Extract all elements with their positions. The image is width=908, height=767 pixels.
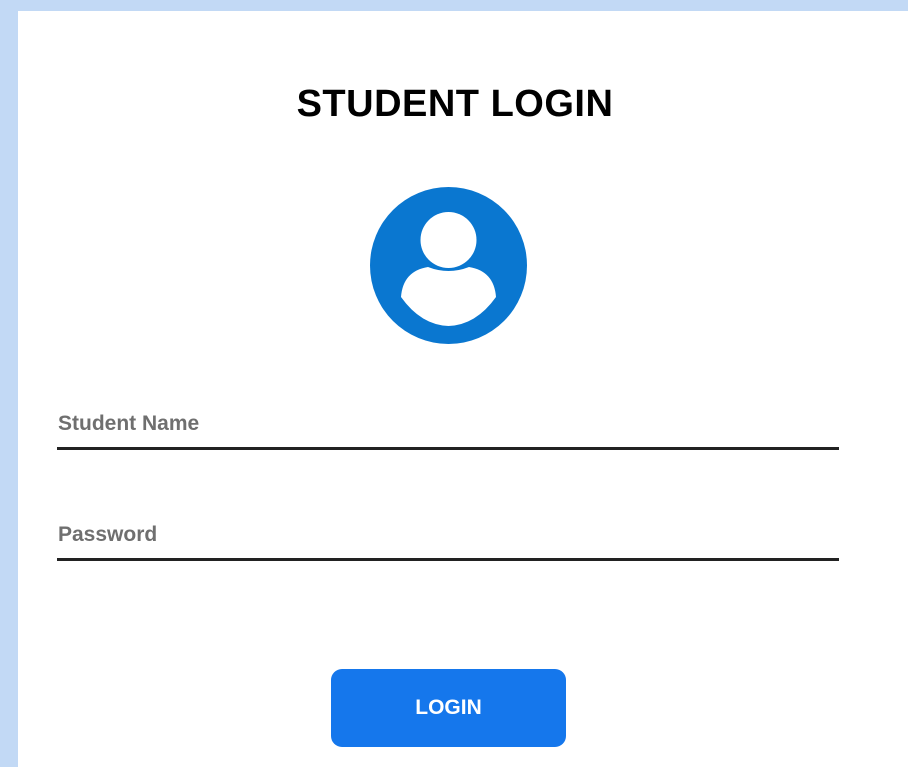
password-field	[57, 512, 839, 561]
page-title: STUDENT LOGIN	[296, 83, 614, 125]
student-name-input[interactable]	[57, 401, 839, 447]
student-name-field	[57, 401, 839, 450]
login-button[interactable]: LOGIN	[331, 669, 566, 747]
password-input[interactable]	[57, 512, 839, 558]
user-avatar-icon	[370, 187, 527, 344]
login-card: STUDENT LOGIN LOGIN	[18, 11, 908, 767]
